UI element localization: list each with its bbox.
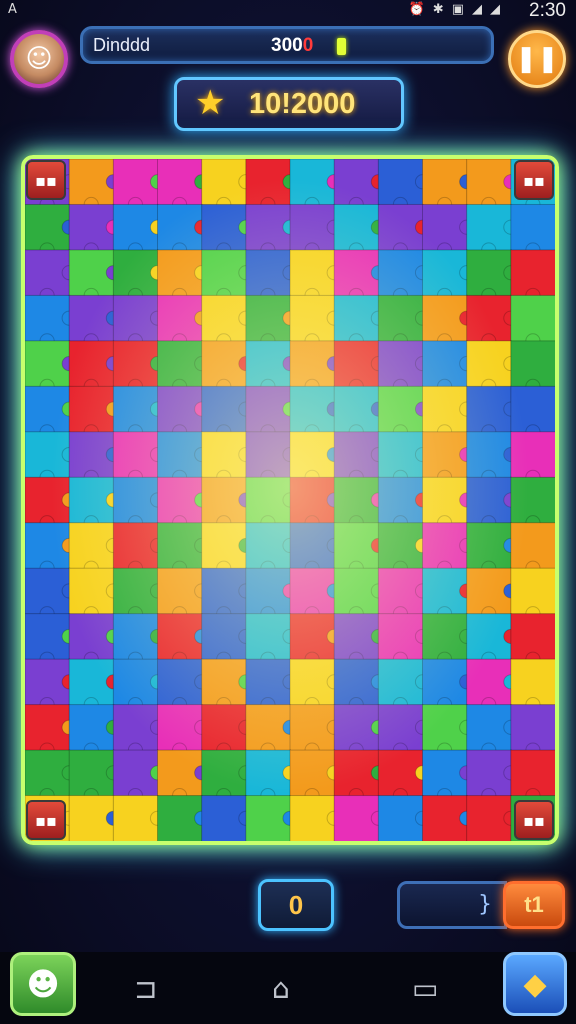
- bluetooth-icon: ✱: [432, 2, 444, 17]
- puzzle-board[interactable]: [21, 155, 559, 845]
- signal-icon: ◢: [490, 2, 500, 17]
- score-main: 300: [271, 35, 303, 56]
- face-icon: ☺: [25, 44, 53, 74]
- player-name: Dinddd: [93, 35, 151, 55]
- face-icon: ☻: [26, 965, 60, 1003]
- progress-slot: }: [397, 881, 507, 929]
- vibrate-icon: ▣: [451, 2, 464, 17]
- player-score: 3000: [271, 35, 313, 57]
- pause-icon: ❚❚: [515, 44, 559, 74]
- powerup-icon: ◆: [523, 966, 547, 1002]
- status-bar: A ⏰ ✱ ▣ ◢ ◢ 2:30: [0, 0, 576, 22]
- pause-button[interactable]: ❚❚: [508, 30, 566, 88]
- home-icon[interactable]: ⌂: [272, 972, 290, 1005]
- signal-icon: ◢: [472, 2, 482, 17]
- corner-block-icon: ▪▪: [514, 800, 554, 840]
- puzzle-grid[interactable]: [25, 159, 555, 841]
- target-score: 10!2000: [249, 88, 356, 120]
- target-score-panel: ★ 10!2000: [174, 77, 404, 131]
- corner-block-icon: ▪▪: [26, 160, 66, 200]
- score-red-digit: 0: [302, 35, 314, 56]
- back-icon[interactable]: ⊐: [134, 972, 157, 1005]
- alarm-icon: ⏰: [408, 2, 425, 17]
- corner-block-icon: ▪▪: [514, 160, 554, 200]
- corner-block-icon: ▪▪: [26, 800, 66, 840]
- status-time: 2:30: [529, 0, 566, 21]
- player-avatar[interactable]: ☺: [10, 30, 68, 88]
- profile-button[interactable]: ☻: [10, 952, 76, 1016]
- status-icons: ⏰ ✱ ▣ ◢ ◢: [409, 2, 500, 17]
- star-icon: ★: [195, 83, 226, 123]
- recents-icon[interactable]: ▭: [412, 972, 438, 1005]
- progress-cap: }: [478, 892, 492, 917]
- action-button[interactable]: t1: [503, 881, 565, 929]
- move-counter: 0: [258, 879, 334, 931]
- status-left-glyph: A: [8, 2, 17, 17]
- board-glow: [25, 159, 555, 841]
- player-info-bar: Dinddd 3000: [80, 26, 494, 64]
- energy-icon: [337, 38, 346, 55]
- powerup-button[interactable]: ◆: [503, 952, 567, 1016]
